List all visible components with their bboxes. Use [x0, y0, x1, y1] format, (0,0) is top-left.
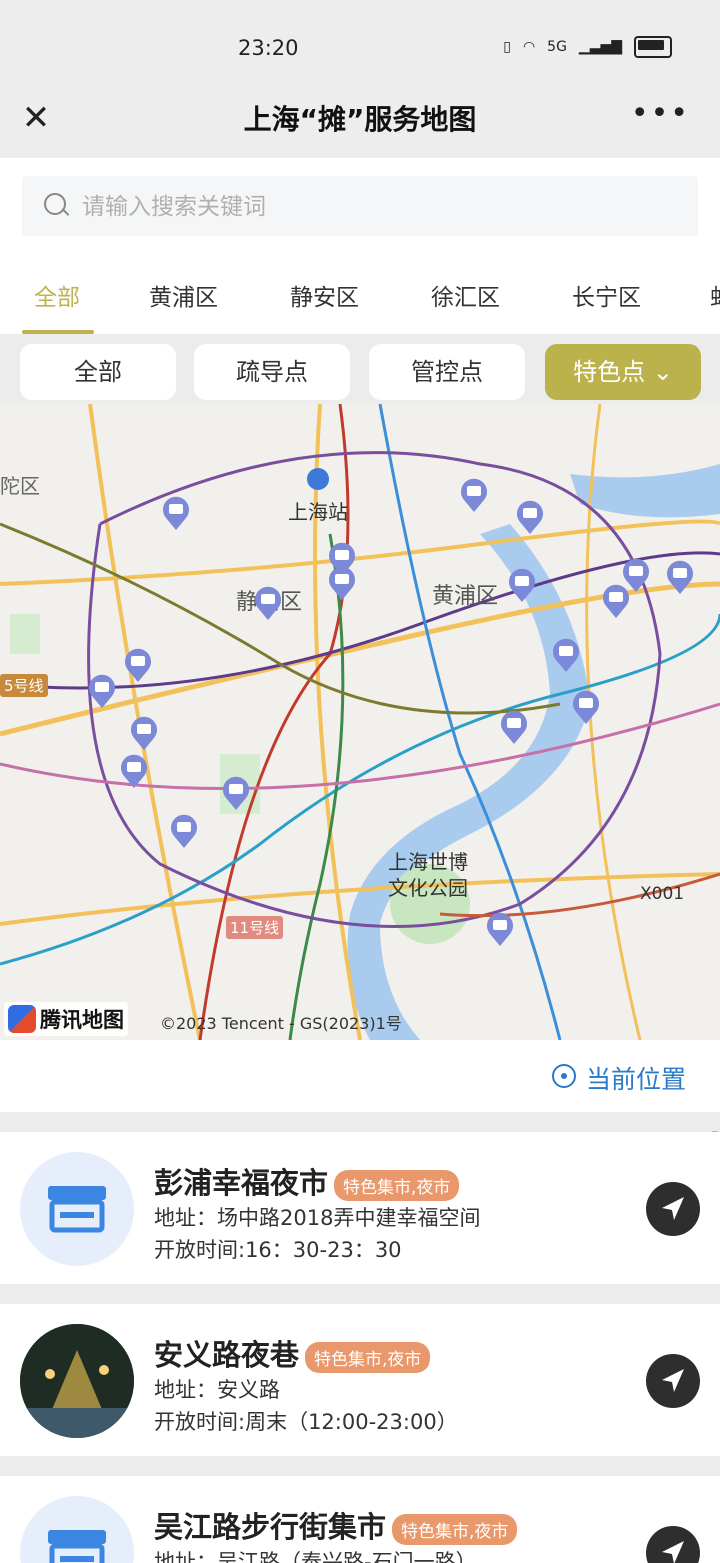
- divider: [0, 1284, 720, 1304]
- market-hours: 开放时间:周末（12:00-23:00）: [154, 1410, 458, 1434]
- status-icons: ▯ ◠ 5G ▁▃▅▇: [503, 36, 672, 58]
- market-pin-icon[interactable]: [500, 710, 528, 744]
- market-photo: [20, 1324, 134, 1438]
- market-tag: 特色集市,夜市: [392, 1513, 518, 1545]
- map-label-expo-2: 文化公园: [388, 876, 468, 900]
- navigation-arrow-icon: [662, 1369, 684, 1392]
- market-pin-icon[interactable]: [572, 690, 600, 724]
- market-address: 地址：吴江路（泰兴路-石门一路）: [154, 1550, 477, 1563]
- filter-featured-point[interactable]: 特色点 ⌄: [545, 344, 701, 400]
- market-pin-icon[interactable]: [170, 814, 198, 848]
- page-title: 上海“摊”服务地图: [243, 103, 477, 136]
- map-base: [0, 404, 720, 1040]
- market-pin-icon[interactable]: [162, 496, 190, 530]
- navigate-button[interactable]: [646, 1182, 700, 1236]
- filter-featured-label: 特色点: [573, 358, 646, 386]
- market-tag: 特色集市,夜市: [305, 1341, 431, 1373]
- wifi-icon: ◠: [522, 39, 536, 55]
- locate-icon[interactable]: [552, 1064, 576, 1088]
- status-time: 23:20: [238, 36, 299, 60]
- market-pin-icon[interactable]: [124, 648, 152, 682]
- map-view[interactable]: 上海站 静安区 黄浦区 上海世博 文化公园 X001 11号线 5号线 陀区 腾…: [0, 404, 720, 1040]
- market-name-text: 吴江路步行街集市: [154, 1510, 387, 1544]
- map-brand-label: 腾讯地图: [40, 1008, 124, 1032]
- search-input[interactable]: [80, 186, 684, 228]
- market-card[interactable]: 安义路夜巷 特色集市,夜市 地址：安义路 开放时间:周末（12:00-23:00）: [0, 1304, 720, 1456]
- map-label-expo-1: 上海世博: [388, 850, 468, 874]
- chevron-down-icon: ⌄: [652, 358, 673, 386]
- tab-changning[interactable]: 长宁区: [572, 278, 641, 312]
- market-pin-icon[interactable]: [328, 566, 356, 600]
- map-copyright: ©2023 Tencent - GS(2023)1号: [160, 1014, 402, 1033]
- navigate-button[interactable]: [646, 1354, 700, 1408]
- map-brand: 腾讯地图: [4, 1002, 128, 1036]
- market-address: 地址：场中路2018弄中建幸福空间: [154, 1206, 481, 1230]
- market-pin-icon[interactable]: [602, 584, 630, 618]
- filter-bar: 全部 疏导点 管控点 特色点 ⌄: [0, 334, 720, 404]
- navigation-arrow-icon: [662, 1541, 684, 1563]
- market-name-text: 安义路夜巷: [154, 1338, 300, 1372]
- map-label-x001: X001: [640, 884, 685, 904]
- market-hours: 开放时间:16：30-23：30: [154, 1238, 402, 1262]
- market-stall-icon: [20, 1496, 134, 1563]
- map-label-line11: 11号线: [226, 916, 284, 939]
- status-bar: 23:20 ▯ ◠ 5G ▁▃▅▇: [0, 0, 720, 96]
- map-label-putuo: 陀区: [0, 474, 40, 498]
- tab-huangpu[interactable]: 黄浦区: [149, 278, 218, 312]
- battery-icon: [634, 36, 672, 58]
- more-options-icon[interactable]: •••: [631, 96, 690, 131]
- market-card[interactable]: 吴江路步行街集市 特色集市,夜市 地址：吴江路（泰兴路-石门一路）: [0, 1476, 720, 1563]
- divider: [0, 1112, 720, 1132]
- market-name-text: 彭浦幸福夜市: [154, 1166, 329, 1200]
- divider: [0, 1456, 720, 1476]
- market-name: 彭浦幸福夜市 特色集市,夜市: [154, 1160, 460, 1202]
- tab-all[interactable]: 全部: [34, 278, 80, 312]
- location-bar: 当前位置: [0, 1040, 720, 1112]
- market-pin-icon[interactable]: [508, 568, 536, 602]
- tencent-map-logo-icon: [8, 1005, 36, 1033]
- signal-icon: ▁▃▅▇: [578, 39, 622, 55]
- market-pin-icon[interactable]: [222, 776, 250, 810]
- search-icon: [44, 193, 66, 215]
- current-location-button[interactable]: 当前位置: [586, 1060, 686, 1096]
- market-name: 吴江路步行街集市 特色集市,夜市: [154, 1504, 518, 1546]
- market-stall-icon: [20, 1152, 134, 1266]
- filter-all[interactable]: 全部: [20, 344, 176, 400]
- tab-hongkou[interactable]: 虹: [710, 278, 720, 312]
- market-pin-icon[interactable]: [666, 560, 694, 594]
- market-pin-icon[interactable]: [120, 754, 148, 788]
- search-box[interactable]: [22, 176, 698, 236]
- signal-label: 5G: [547, 39, 567, 55]
- market-pin-icon[interactable]: [552, 638, 580, 672]
- filter-control-point[interactable]: 管控点: [369, 344, 525, 400]
- search-section: [0, 158, 720, 252]
- navigation-arrow-icon: [662, 1197, 684, 1220]
- title-bar: ✕ 上海“摊”服务地图 •••: [0, 96, 720, 158]
- tab-xuhui[interactable]: 徐汇区: [431, 278, 500, 312]
- filter-guidance-point[interactable]: 疏导点: [194, 344, 350, 400]
- market-address: 地址：安义路: [154, 1378, 280, 1402]
- market-pin-icon[interactable]: [130, 716, 158, 750]
- market-pin-icon[interactable]: [88, 674, 116, 708]
- vibrate-icon: ▯: [503, 39, 511, 55]
- map-label-line5: 5号线: [0, 674, 48, 697]
- map-label-huangpu: 黄浦区: [432, 584, 499, 609]
- market-pin-icon[interactable]: [460, 478, 488, 512]
- market-pin-icon[interactable]: [486, 912, 514, 946]
- market-pin-icon[interactable]: [516, 500, 544, 534]
- map-label-station: 上海站: [288, 500, 348, 524]
- tab-jingan[interactable]: 静安区: [290, 278, 359, 312]
- market-pin-icon[interactable]: [254, 586, 282, 620]
- district-tabs: 全部 黄浦区 静安区 徐汇区 长宁区 虹: [0, 252, 720, 334]
- market-name: 安义路夜巷 特色集市,夜市: [154, 1332, 431, 1374]
- market-card[interactable]: 彭浦幸福夜市 特色集市,夜市 地址：场中路2018弄中建幸福空间 开放时间:16：…: [0, 1132, 720, 1284]
- navigate-button[interactable]: [646, 1526, 700, 1563]
- market-tag: 特色集市,夜市: [334, 1169, 460, 1201]
